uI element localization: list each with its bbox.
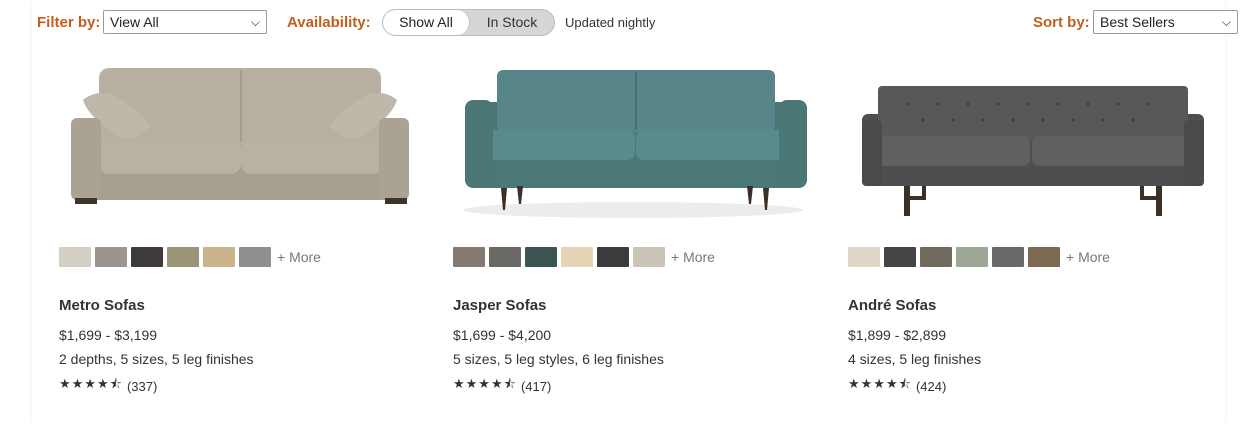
color-swatch[interactable] (131, 247, 163, 267)
updated-note: Updated nightly (565, 15, 656, 30)
color-swatch[interactable] (59, 247, 91, 267)
product-details: 5 sizes, 5 leg styles, 6 leg finishes (453, 351, 664, 367)
star-rating-icon: ★★★★⯪ (848, 376, 912, 391)
availability-option-show-all[interactable]: Show All (383, 10, 470, 35)
product-card[interactable]: + More Jasper Sofas $1,699 - $4,200 5 si… (453, 50, 813, 410)
product-card[interactable]: + More Metro Sofas $1,699 - $3,199 2 dep… (59, 50, 419, 410)
product-price: $1,699 - $3,199 (59, 327, 158, 343)
star-rating-icon: ★★★★⯪ (453, 376, 517, 391)
color-swatch[interactable] (203, 247, 235, 267)
color-swatch[interactable] (1028, 247, 1060, 267)
product-name[interactable]: Metro Sofas (59, 297, 145, 314)
product-rating[interactable]: ★★★★⯪ (417) (453, 375, 551, 397)
product-name[interactable]: Jasper Sofas (453, 297, 546, 314)
color-swatch[interactable] (992, 247, 1024, 267)
product-details: 4 sizes, 5 leg finishes (848, 351, 982, 367)
availability-label: Availability: (287, 14, 371, 31)
more-swatches-link[interactable]: + More (277, 247, 321, 267)
product-name[interactable]: André Sofas (848, 297, 936, 314)
color-swatches: + More (453, 247, 715, 267)
product-price: $1,899 - $2,899 (848, 327, 947, 343)
color-swatch[interactable] (884, 247, 916, 267)
product-rating[interactable]: ★★★★⯪ (424) (848, 375, 946, 397)
product-image-sofa[interactable] (453, 60, 813, 230)
color-swatch[interactable] (239, 247, 271, 267)
filter-by-label: Filter by: (37, 14, 101, 31)
color-swatch[interactable] (95, 247, 127, 267)
filter-select-value: View All (110, 14, 159, 30)
availability-toggle[interactable]: Show All In Stock (382, 9, 555, 36)
product-rating[interactable]: ★★★★⯪ (337) (59, 375, 157, 397)
sort-select[interactable]: Best Sellers ⌵ (1093, 10, 1238, 34)
product-price: $1,699 - $4,200 (453, 327, 552, 343)
color-swatch[interactable] (453, 247, 485, 267)
color-swatch[interactable] (920, 247, 952, 267)
color-swatch[interactable] (956, 247, 988, 267)
product-image-sofa[interactable] (59, 60, 419, 230)
sort-by-label: Sort by: (1033, 14, 1090, 31)
color-swatch[interactable] (525, 247, 557, 267)
chevron-down-icon: ⌵ (1221, 15, 1231, 29)
filter-select[interactable]: View All ⌵ (103, 10, 267, 34)
product-details: 2 depths, 5 sizes, 5 leg finishes (59, 351, 254, 367)
color-swatches: + More (59, 247, 321, 267)
color-swatches: + More (848, 247, 1110, 267)
color-swatch[interactable] (597, 247, 629, 267)
review-count: (417) (520, 378, 552, 394)
sort-select-value: Best Sellers (1100, 14, 1175, 30)
filter-bar: Filter by: View All ⌵ Availability: Show… (0, 0, 1256, 44)
color-swatch[interactable] (489, 247, 521, 267)
more-swatches-link[interactable]: + More (671, 247, 715, 267)
color-swatch[interactable] (561, 247, 593, 267)
star-rating-icon: ★★★★⯪ (59, 376, 123, 391)
color-swatch[interactable] (848, 247, 880, 267)
more-swatches-link[interactable]: + More (1066, 247, 1110, 267)
product-image-sofa[interactable] (848, 60, 1208, 230)
review-count: (424) (915, 378, 947, 394)
product-card[interactable]: + More André Sofas $1,899 - $2,899 4 siz… (848, 50, 1208, 410)
review-count: (337) (126, 378, 158, 394)
chevron-down-icon: ⌵ (250, 15, 260, 29)
color-swatch[interactable] (167, 247, 199, 267)
color-swatch[interactable] (633, 247, 665, 267)
availability-option-in-stock[interactable]: In Stock (469, 10, 554, 35)
